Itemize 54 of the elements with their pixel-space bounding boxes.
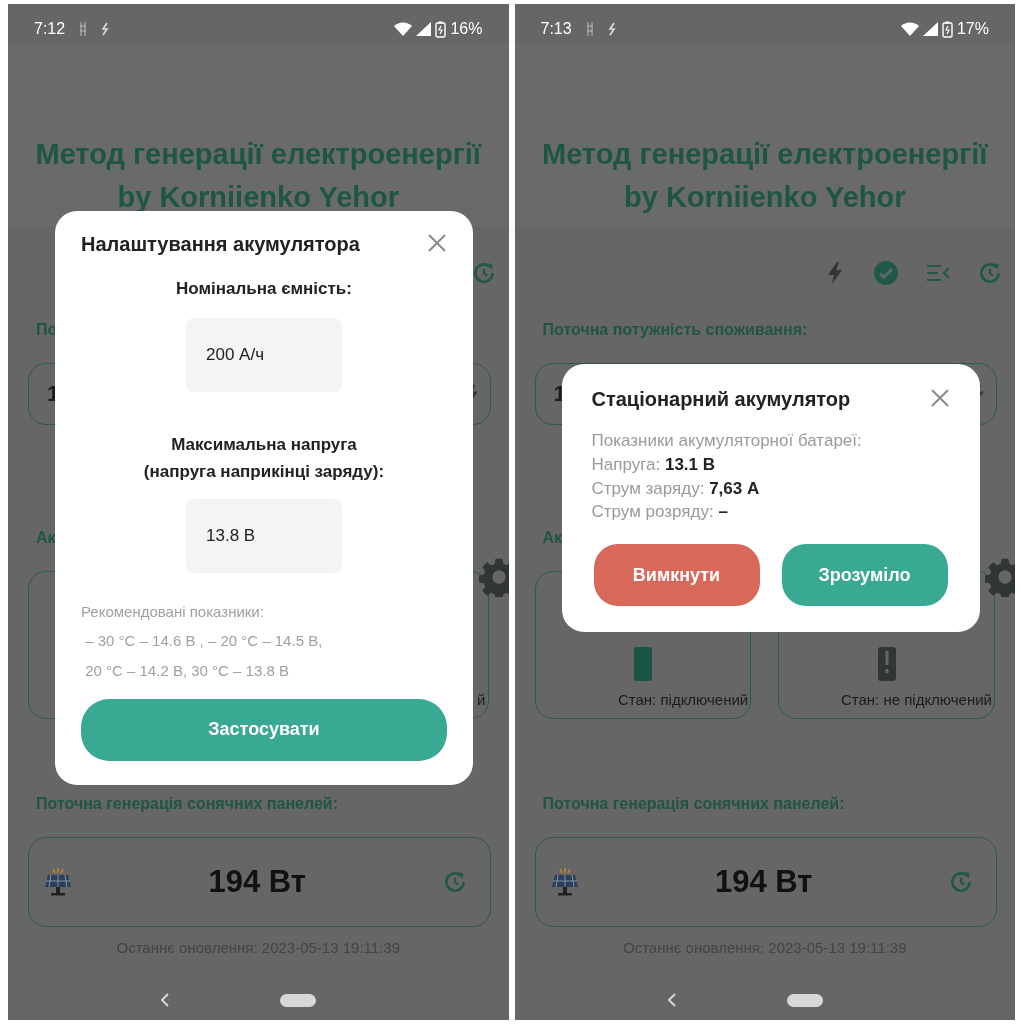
generation-value: 194 Вт [207, 864, 307, 900]
check-circle-icon[interactable] [873, 260, 899, 286]
wifi-icon [900, 22, 919, 36]
status-time: 7:12 [34, 20, 66, 38]
field-label: Максимальна напруга (напруга наприкінці заряду): [143, 434, 385, 483]
app-title: Метод генерації електроенергії [540, 137, 989, 172]
close-icon [929, 388, 950, 408]
signal-icon [922, 22, 938, 36]
back-icon[interactable] [160, 992, 171, 1008]
battery-reading: Струм заряду: 7,63 А [591, 477, 761, 500]
settings-icon[interactable] [985, 557, 1015, 597]
app-title: by Korniienko Yehor [116, 180, 400, 215]
battery-reading: Показники акумуляторної батареї: [591, 430, 863, 452]
status-time: 7:13 [540, 20, 572, 38]
generation-value: 194 Вт [714, 864, 814, 900]
input-field[interactable]: 200 А/ч [186, 318, 342, 393]
home-handle[interactable] [280, 993, 317, 1007]
signal-icon [416, 22, 432, 36]
connection-status: й [477, 691, 486, 708]
battery-reading: Струм розряду: – [591, 501, 729, 524]
settings-icon[interactable] [478, 557, 509, 597]
battery-percentage: 17% [956, 20, 989, 38]
solar-panel-icon [43, 867, 73, 897]
dialog-title: Стаціонарний акумулятор [591, 388, 851, 411]
section-heading: Поточна генерація сонячних панелей: [542, 795, 845, 813]
connection-status: Стан: підключений [617, 691, 749, 708]
app-title: by Korniienko Yehor [623, 180, 907, 215]
solar-panel-icon [549, 867, 580, 897]
notification-icon [585, 21, 594, 37]
connection-status: Стан: не підключений [840, 691, 992, 708]
turn-off-button[interactable]: Вимкнути [593, 544, 760, 607]
battery-icon [941, 20, 953, 38]
section-heading: Ак [542, 529, 563, 547]
section-heading: Ак [36, 529, 56, 547]
back-icon[interactable] [666, 992, 677, 1008]
home-handle[interactable] [786, 993, 823, 1007]
section-heading: Поточна генерація сонячних панелей: [36, 795, 338, 813]
battery-reading: Напруга: 13.1 В [591, 453, 717, 476]
notification-icon [79, 21, 88, 37]
sync-icon [607, 22, 616, 36]
sync-icon [101, 22, 110, 36]
close-icon [427, 233, 447, 253]
input-field[interactable]: 13.8 В [186, 499, 342, 574]
battery-icon [435, 20, 447, 38]
confirm-button[interactable]: Застосувати [81, 698, 447, 761]
section-heading: Поточна потужність споживання: [542, 321, 808, 339]
dialog-title: Налаштування акумулятора [81, 233, 360, 256]
list-icon[interactable] [925, 262, 951, 284]
recommendation-note: Рекомендовані показники: – 30 °C – 14.6 В , – 20 °C – 14.5 В, 20 °C – 14.2 В, 30 °C – 13.8 В [81, 602, 324, 681]
app-title: Метод генерації електроенергії [34, 137, 483, 172]
battery-percentage: 16% [450, 20, 483, 38]
confirm-button[interactable]: Зрозуміло [781, 544, 948, 607]
field-label: Номінальна ємність: [176, 278, 352, 300]
wifi-icon [394, 22, 413, 36]
